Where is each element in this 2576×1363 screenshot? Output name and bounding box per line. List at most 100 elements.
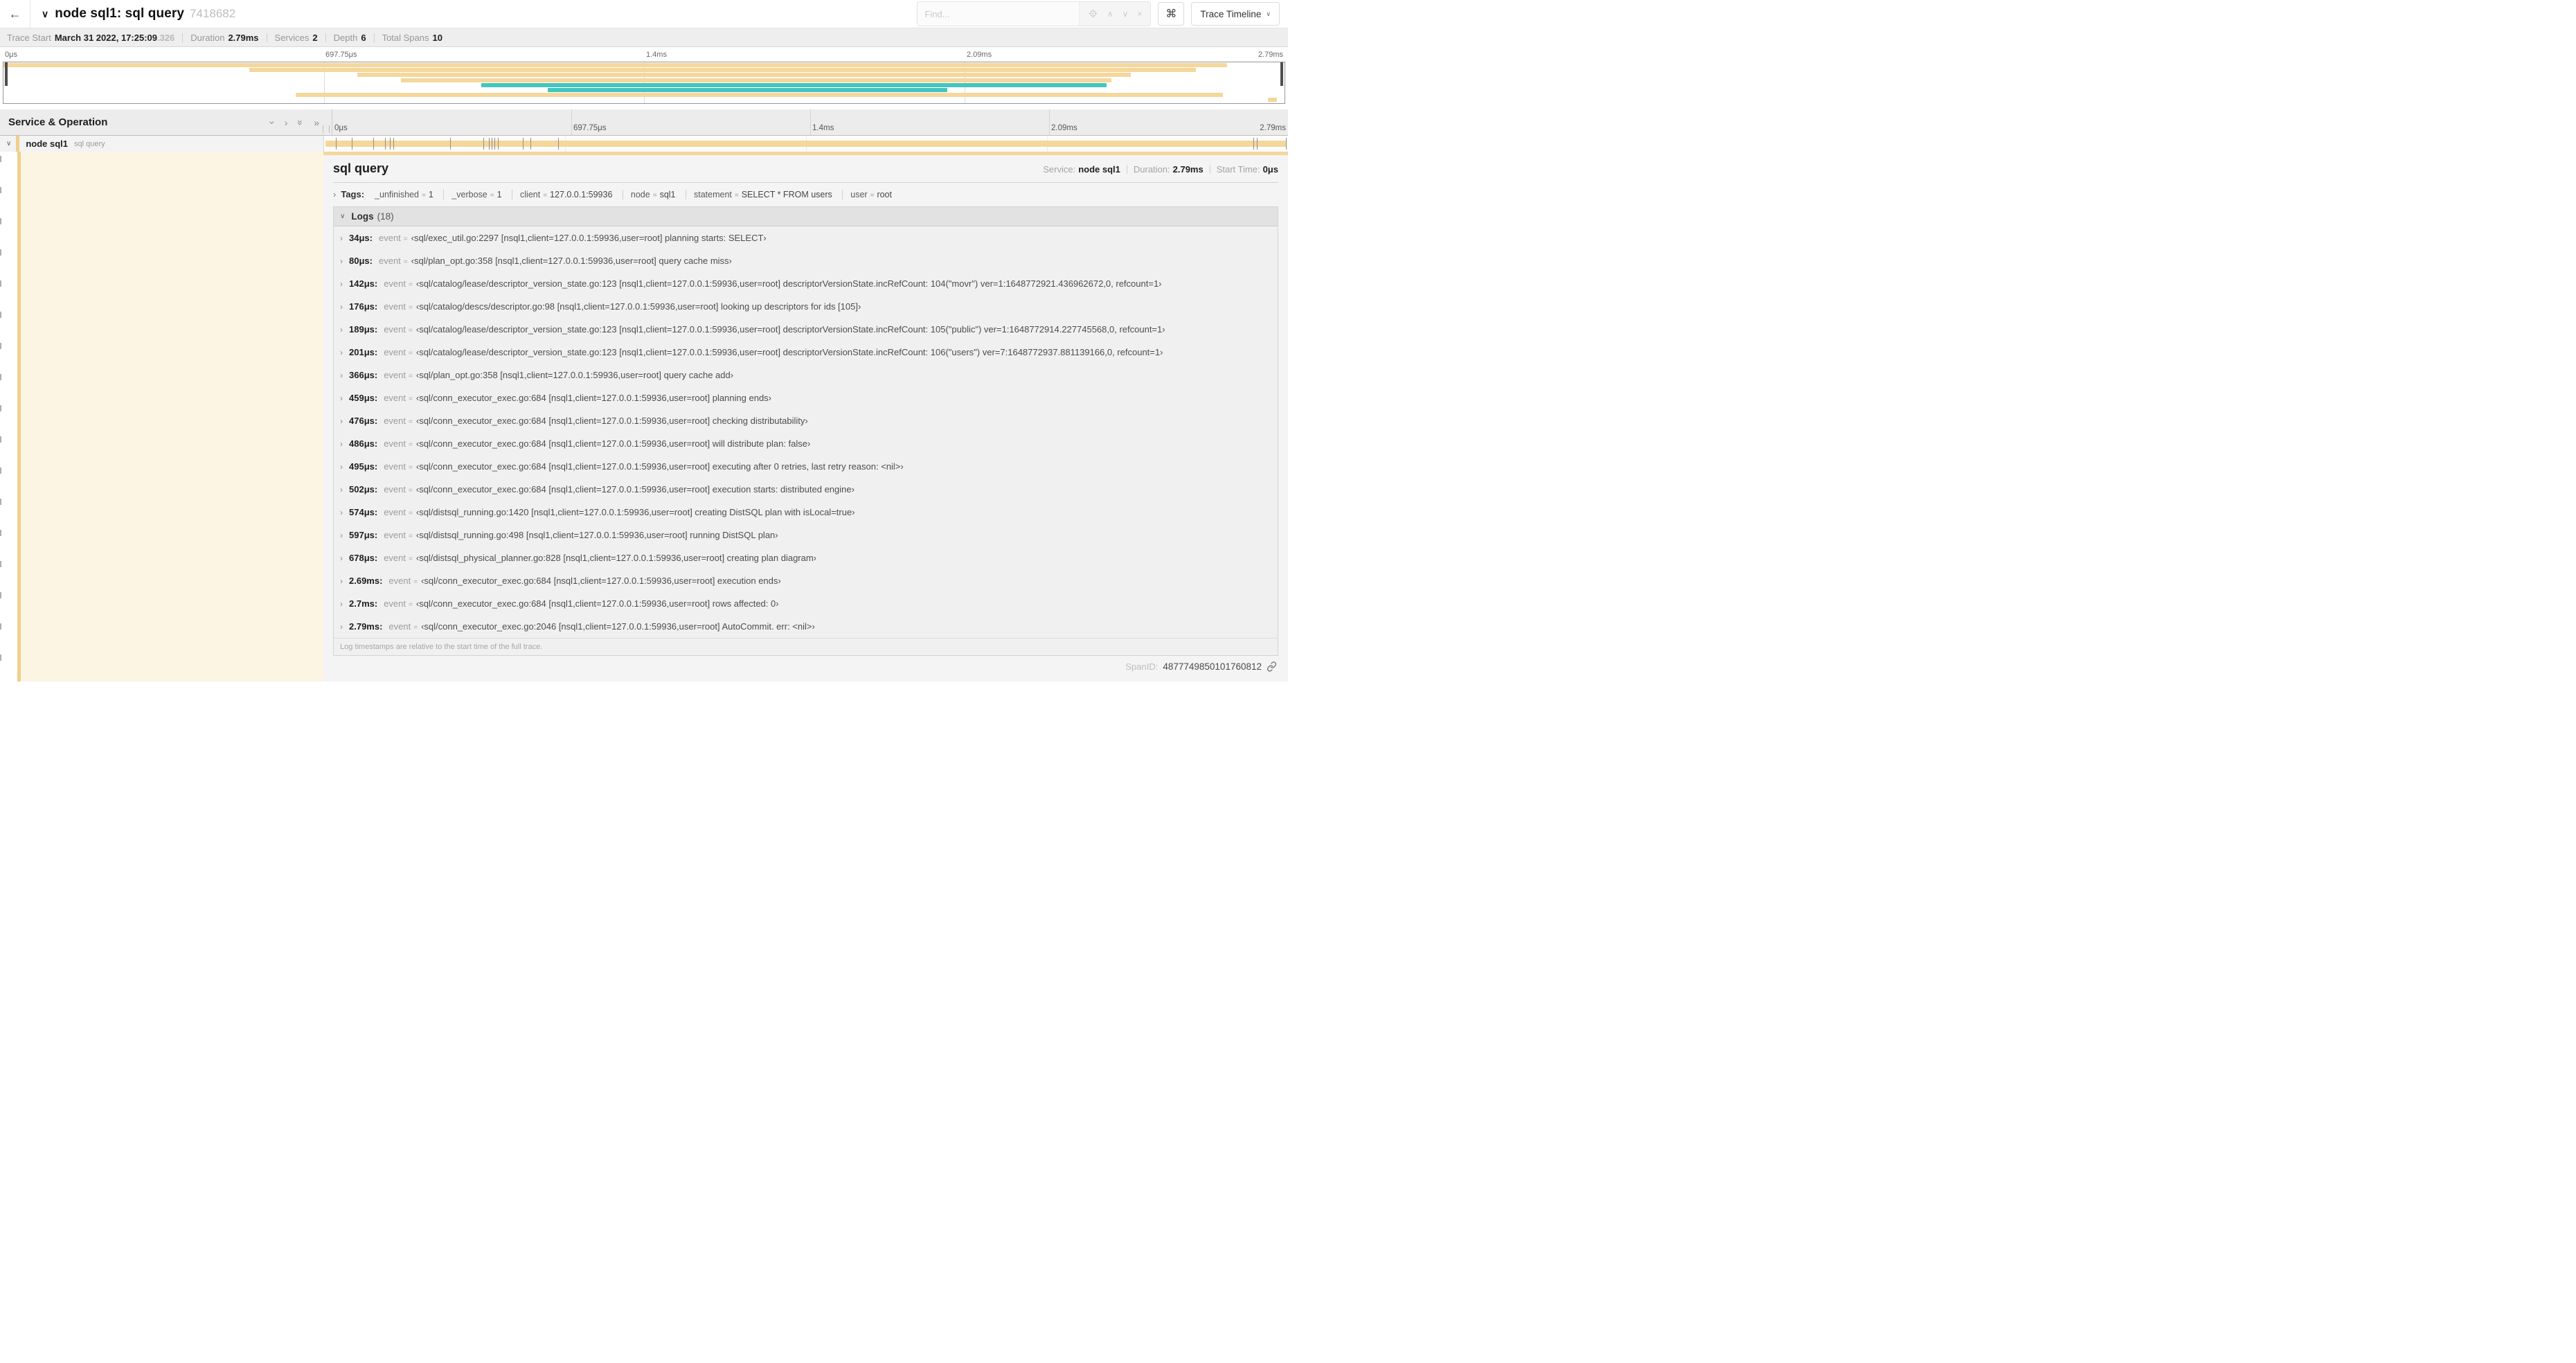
keyboard-shortcuts-button[interactable]: ⌘: [1158, 2, 1185, 26]
collapse-all-icon[interactable]: ›: [267, 121, 278, 124]
log-timestamp: 597μs:: [349, 530, 378, 540]
logs-header[interactable]: ∨ Logs (18): [334, 207, 1278, 226]
chevron-right-icon: ›: [340, 531, 343, 540]
log-entry-row[interactable]: › 495μs: event = ‹sql/conn_executor_exec…: [334, 455, 1278, 478]
chevron-right-icon: ›: [340, 416, 343, 426]
collapse-trace-chevron-icon[interactable]: ∨: [42, 8, 48, 20]
log-equals: =: [409, 304, 413, 312]
log-event-tick: [335, 138, 337, 150]
find-input[interactable]: [918, 2, 1079, 26]
log-entry-row[interactable]: › 502μs: event = ‹sql/conn_executor_exec…: [334, 478, 1278, 501]
log-event-tick: [494, 138, 496, 150]
span-row-timeline-cell[interactable]: [324, 136, 1288, 152]
column-resizer[interactable]: [323, 125, 330, 133]
duration-label: Duration:: [1133, 164, 1170, 175]
divider: [182, 33, 184, 42]
minimap-span-bar: [481, 82, 1107, 87]
log-equals: =: [409, 533, 413, 540]
next-match-icon[interactable]: ∨: [1122, 10, 1129, 18]
log-equals: =: [409, 487, 413, 495]
log-field-value: ‹sql/distsql_physical_planner.go:828 [ns…: [415, 553, 817, 563]
command-icon: ⌘: [1165, 8, 1177, 20]
log-entry-row[interactable]: › 34μs: event = ‹sql/exec_util.go:2297 […: [334, 226, 1278, 249]
link-icon[interactable]: [1267, 661, 1277, 672]
back-arrow-icon: ←: [8, 6, 21, 21]
tag-item: node = sql1: [622, 189, 683, 199]
span-operation-name: sql query: [74, 139, 105, 148]
trace-start-stat: Trace Start March 31 2022, 17:25:09.326: [7, 32, 175, 43]
tag-equals: =: [870, 191, 875, 199]
log-field-value: ‹sql/distsql_running.go:1420 [nsql1,clie…: [415, 507, 855, 517]
log-equals: =: [409, 418, 413, 426]
expand-all-icon[interactable]: »: [295, 120, 306, 125]
logs-count: (18): [377, 211, 394, 222]
log-event-tick: [1253, 138, 1254, 150]
log-equals: =: [413, 624, 418, 632]
log-event-tick: [483, 138, 484, 150]
log-entry-row[interactable]: › 2.79ms: event = ‹sql/conn_executor_exe…: [334, 615, 1278, 638]
tag-key: _verbose: [451, 189, 488, 199]
log-event-tick: [1286, 138, 1287, 150]
log-entry-row[interactable]: › 486μs: event = ‹sql/conn_executor_exec…: [334, 432, 1278, 455]
log-timestamp: 142μs:: [349, 278, 378, 289]
view-selector-button[interactable]: Trace Timeline ∨: [1191, 2, 1280, 26]
collapse-one-icon[interactable]: ›: [285, 118, 288, 127]
log-entry-row[interactable]: › 80μs: event = ‹sql/plan_opt.go:358 [ns…: [334, 249, 1278, 272]
log-entry-row[interactable]: › 597μs: event = ‹sql/distsql_running.go…: [334, 524, 1278, 546]
service-operation-label: Service & Operation: [8, 116, 108, 128]
divider: [325, 33, 326, 42]
minimap-range-handle-right[interactable]: [1280, 62, 1283, 87]
chevron-right-icon: ›: [340, 393, 343, 403]
locate-icon[interactable]: [1088, 8, 1098, 20]
tags-label: Tags:: [341, 189, 365, 199]
span-row: ∨ node sql1 sql query: [0, 136, 1288, 152]
log-entry-row[interactable]: › 459μs: event = ‹sql/conn_executor_exec…: [334, 386, 1278, 409]
log-entry-row[interactable]: › 574μs: event = ‹sql/distsql_running.go…: [334, 501, 1278, 524]
log-field-key: event: [378, 256, 401, 266]
log-equals: =: [409, 441, 413, 449]
log-field-key: event: [384, 347, 406, 357]
tag-value: root: [877, 189, 892, 199]
log-field-key: event: [384, 598, 406, 609]
chevron-down-icon: ∨: [1266, 10, 1271, 17]
clear-search-icon[interactable]: ×: [1137, 10, 1142, 18]
log-field-value: ‹sql/conn_executor_exec.go:684 [nsql1,cl…: [421, 576, 781, 586]
log-field-key: event: [384, 461, 406, 472]
log-entry-row[interactable]: › 366μs: event = ‹sql/plan_opt.go:358 [n…: [334, 364, 1278, 386]
minimap-canvas[interactable]: [3, 62, 1285, 104]
span-service-name: node sql1: [26, 139, 69, 149]
tags-row[interactable]: › Tags: _unfinished = 1 _verbose = 1 cli…: [333, 189, 1278, 199]
log-entry-row[interactable]: › 476μs: event = ‹sql/conn_executor_exec…: [334, 409, 1278, 432]
log-entry-row[interactable]: › 176μs: event = ‹sql/catalog/descs/desc…: [334, 295, 1278, 318]
chevron-right-icon: ›: [340, 256, 343, 266]
chevron-right-icon: ›: [340, 325, 343, 335]
log-entry-row[interactable]: › 2.69ms: event = ‹sql/conn_executor_exe…: [334, 569, 1278, 592]
log-field-key: event: [388, 621, 411, 632]
log-timestamp: 486μs:: [349, 438, 378, 449]
expand-one-icon[interactable]: »: [314, 118, 319, 127]
ruler-gridline: [810, 109, 811, 135]
span-row-name-cell[interactable]: ∨ node sql1 sql query: [0, 136, 324, 152]
service-operation-header: Service & Operation › › » »: [0, 109, 332, 135]
span-detail-panel: sql query Service: node sql1 Duration: 2…: [323, 152, 1288, 682]
span-detail-row: sql query Service: node sql1 Duration: 2…: [0, 152, 1288, 682]
back-button[interactable]: ←: [0, 0, 30, 28]
log-entry-row[interactable]: › 201μs: event = ‹sql/catalog/lease/desc…: [334, 341, 1278, 364]
span-duration-bar[interactable]: [325, 141, 1287, 147]
span-id-row: SpanID: 4877749850101760812: [333, 656, 1278, 677]
log-entry-row[interactable]: › 142μs: event = ‹sql/catalog/lease/desc…: [334, 272, 1278, 295]
duration-stat: Duration 2.79ms: [190, 32, 259, 43]
minimap-range-handle-left[interactable]: [5, 62, 8, 87]
log-equals: =: [409, 350, 413, 357]
log-entry-row[interactable]: › 189μs: event = ‹sql/catalog/lease/desc…: [334, 318, 1278, 341]
log-field-key: event: [384, 484, 406, 495]
row-collapse-chevron-icon[interactable]: ∨: [6, 140, 11, 148]
log-entry-row[interactable]: › 678μs: event = ‹sql/distsql_physical_p…: [334, 546, 1278, 569]
minimap-span-bar: [1267, 98, 1277, 103]
log-entry-row[interactable]: › 2.7ms: event = ‹sql/conn_executor_exec…: [334, 592, 1278, 615]
minimap-span-rows: [3, 63, 1285, 103]
logs-section: ∨ Logs (18) › 34μs: event = ‹sql/exec_ut…: [333, 206, 1278, 656]
log-timestamp: 366μs:: [349, 370, 378, 380]
ruler-time-label: 2.79ms: [1260, 124, 1286, 132]
prev-match-icon[interactable]: ∧: [1107, 10, 1113, 18]
